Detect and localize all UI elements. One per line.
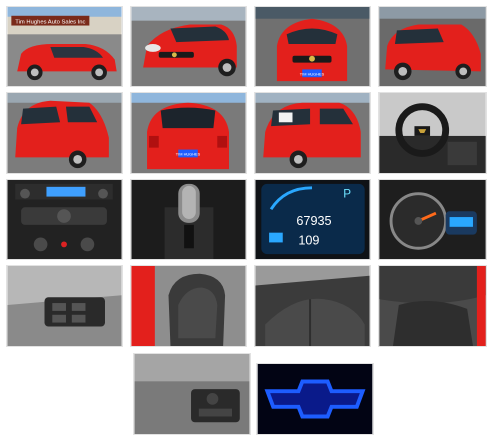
car-photo <box>131 180 246 259</box>
car-photo <box>379 93 486 173</box>
car-photo: TIM HUGHES <box>255 7 370 86</box>
car-photo: TIM HUGHES <box>131 93 246 173</box>
photo-headlight-switch[interactable] <box>133 353 251 435</box>
odometer-readout: 67935 <box>296 214 331 228</box>
car-photo <box>255 93 370 173</box>
car-photo <box>379 7 486 86</box>
car-photo <box>257 364 373 434</box>
car-photo <box>7 266 122 346</box>
photo-steering-wheel-interior[interactable] <box>378 92 487 174</box>
car-photo <box>7 180 122 259</box>
car-photo <box>255 266 370 346</box>
photo-instrument-cluster[interactable] <box>378 179 487 260</box>
photo-rear-view[interactable]: TIM HUGHES <box>130 92 247 174</box>
photo-digital-dash-display[interactable]: P 67935 109 <box>254 179 371 260</box>
car-photo: P 67935 109 <box>255 180 370 259</box>
car-photo: Tim Hughes Auto Sales Inc <box>7 7 122 86</box>
fuel-range-readout: 109 <box>298 233 319 247</box>
car-photo <box>379 180 486 259</box>
photo-gear-shifter[interactable] <box>130 179 247 260</box>
dealer-sign: Tim Hughes Auto Sales Inc <box>15 20 85 26</box>
photo-front-three-quarter[interactable] <box>130 6 247 87</box>
car-photo <box>131 266 246 346</box>
car-photo <box>134 354 250 434</box>
photo-front-left-exterior[interactable]: Tim Hughes Auto Sales Inc <box>6 6 123 87</box>
photo-lit-bowtie-emblem[interactable] <box>256 363 374 435</box>
photo-front-seats[interactable] <box>130 265 247 347</box>
photo-front-view[interactable]: TIM HUGHES <box>254 6 371 87</box>
photo-rear-seat-floor[interactable] <box>378 265 487 347</box>
plate-text: TIM HUGHES <box>300 71 325 76</box>
photo-rear-right-exterior[interactable] <box>254 92 371 174</box>
photo-center-console-stereo[interactable] <box>6 179 123 260</box>
plate-text: TIM HUGHES <box>176 151 201 156</box>
car-photo <box>7 93 122 173</box>
photo-rear-seats[interactable] <box>254 265 371 347</box>
gear-indicator: P <box>343 188 351 201</box>
photo-door-window-switches[interactable] <box>6 265 123 347</box>
car-photo <box>131 7 246 86</box>
photo-rear-left-exterior[interactable] <box>6 92 123 174</box>
car-photo <box>379 266 486 346</box>
photo-front-right-exterior[interactable] <box>378 6 487 87</box>
